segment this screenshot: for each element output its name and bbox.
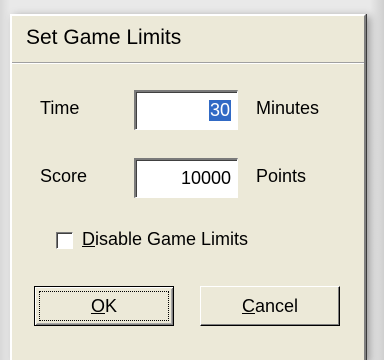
set-game-limits-dialog: Set Game Limits Time 30 Minutes Score 10… <box>10 14 366 360</box>
disable-limits-checkbox[interactable] <box>56 232 73 249</box>
time-unit-label: Minutes <box>256 98 320 118</box>
time-label: Time <box>40 98 80 118</box>
ok-label-text: K <box>105 295 118 316</box>
ok-mnemonic: O <box>90 295 105 316</box>
score-input[interactable]: 10000 <box>134 158 238 198</box>
cancel-button[interactable]: Cancel <box>200 286 340 326</box>
disable-limits-label-text: isable Game Limits <box>95 229 249 249</box>
ok-button-label: OK <box>91 296 117 317</box>
score-unit-label: Points <box>256 166 307 186</box>
ok-button[interactable]: OK <box>34 286 174 326</box>
cancel-button-label: Cancel <box>242 296 298 317</box>
disable-limits-label[interactable]: Disable Game Limits <box>82 229 248 250</box>
cancel-label-text: ancel <box>254 295 299 316</box>
score-value: 10000 <box>180 168 231 188</box>
disable-limits-mnemonic: D <box>82 229 95 249</box>
title-bar[interactable]: Set Game Limits <box>12 16 364 60</box>
score-label: Score <box>40 166 88 186</box>
cancel-mnemonic: C <box>241 295 255 316</box>
dialog-title: Set Game Limits <box>26 26 182 49</box>
time-value-selected: 30 <box>208 100 231 121</box>
screenshot-stage: Set Game Limits Time 30 Minutes Score 10… <box>0 0 384 360</box>
time-input[interactable]: 30 <box>134 90 238 130</box>
title-divider <box>12 62 364 64</box>
